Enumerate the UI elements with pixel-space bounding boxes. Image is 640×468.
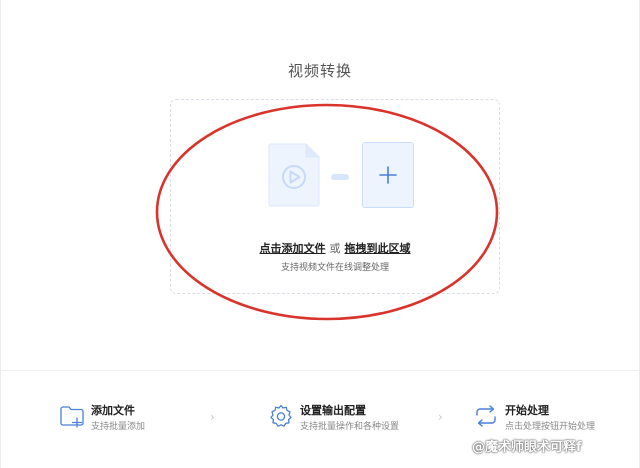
drop-hint: 支持视频文件在线调整处理 (280, 263, 389, 273)
add-file-link[interactable]: 点击添加文件 (260, 242, 326, 255)
file-drop-zone[interactable]: 点击添加文件或拖拽到此区域 支持视频文件在线调整处理 (170, 99, 500, 294)
add-file-button[interactable] (362, 142, 414, 208)
step-desc: 点击处理按钮开始处理 (505, 422, 596, 432)
step-title: 开始处理 (505, 404, 549, 417)
drop-instructions: 点击添加文件或拖拽到此区域 (176, 240, 494, 256)
drop-zone-inner: 点击添加文件或拖拽到此区域 支持视频文件在线调整处理 (176, 105, 494, 288)
watermark: @魔术师眼术可释f (472, 440, 582, 455)
plus-icon (379, 166, 397, 184)
drag-here-link[interactable]: 拖拽到此区域 (345, 242, 411, 255)
or-text: 或 (329, 242, 341, 255)
convert-arrows-icon (476, 405, 496, 427)
chevron-right-icon: › (438, 410, 443, 424)
chevron-right-icon: › (210, 410, 215, 424)
settings-gear-icon (270, 404, 292, 427)
step-desc: 支持批量添加 (91, 422, 146, 432)
bottom-divider (0, 370, 640, 371)
connector-bar (331, 174, 349, 180)
page-title: 视频转换 (287, 62, 352, 80)
step-desc: 支持批量操作和各种设置 (300, 422, 400, 432)
video-file-icon (268, 143, 320, 207)
folder-add-icon (60, 406, 84, 428)
step-title: 添加文件 (91, 404, 135, 417)
step-title: 设置输出配置 (300, 404, 366, 417)
